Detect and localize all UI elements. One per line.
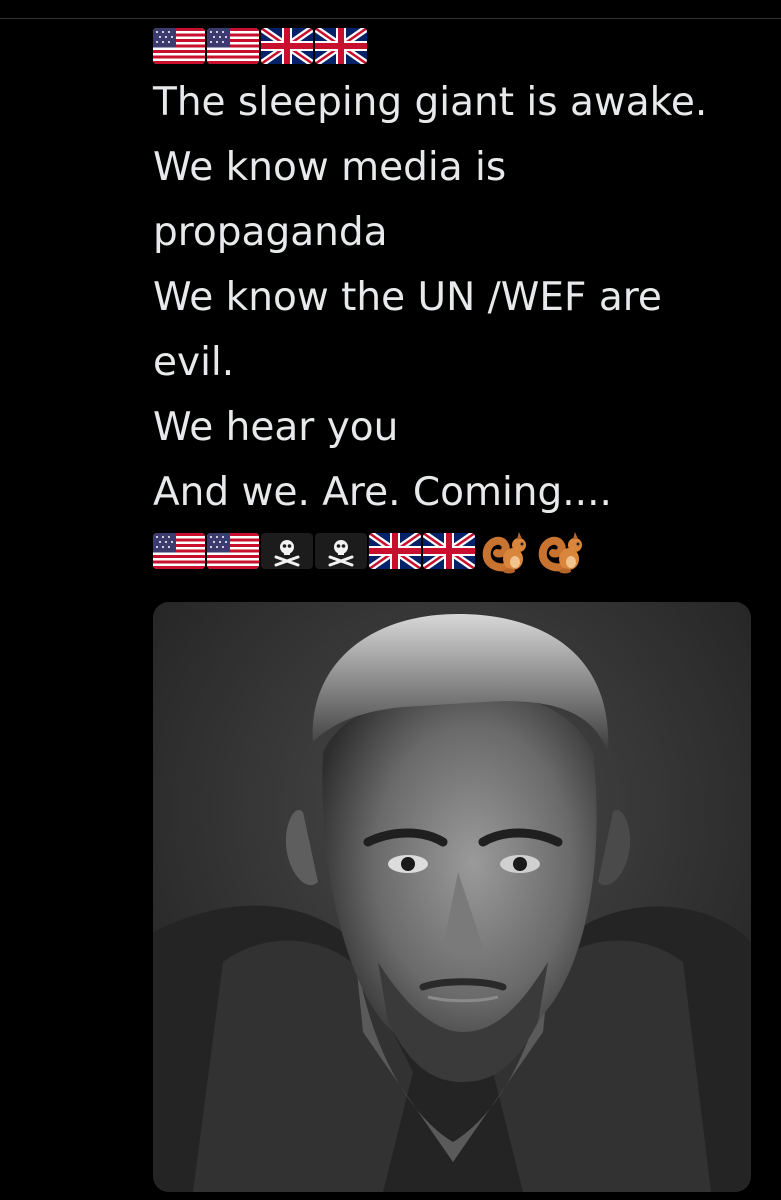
tweet-line: We hear you (153, 405, 399, 450)
us-flag-icon (207, 533, 259, 569)
uk-flag-icon (369, 533, 421, 569)
tweet-line: We know the UN /WEF are (153, 275, 662, 320)
uk-flag-icon (315, 28, 367, 64)
tweet-line: The sleeping giant is awake. (153, 80, 708, 125)
squirrel-icon (477, 527, 531, 575)
us-flag-icon (153, 28, 205, 64)
uk-flag-icon (261, 28, 313, 64)
top-emoji-row (153, 20, 763, 72)
tweet-line: propaganda (153, 210, 388, 255)
uk-flag-icon (423, 533, 475, 569)
tweet-body: The sleeping giant is awake. We know med… (153, 20, 763, 577)
portrait-photo (153, 602, 751, 1192)
pirate-flag-icon (261, 533, 313, 569)
tweet-photo[interactable] (153, 602, 751, 1192)
bottom-emoji-row (153, 525, 763, 577)
tweet-line: evil. (153, 340, 235, 385)
tweet-line: We know media is (153, 145, 507, 190)
squirrel-icon (533, 527, 587, 575)
top-divider (0, 18, 781, 19)
us-flag-icon (153, 533, 205, 569)
us-flag-icon (207, 28, 259, 64)
tweet-line: And we. Are. Coming.... (153, 470, 612, 515)
tweet-text: The sleeping giant is awake. We know med… (153, 70, 763, 525)
pirate-flag-icon (315, 533, 367, 569)
